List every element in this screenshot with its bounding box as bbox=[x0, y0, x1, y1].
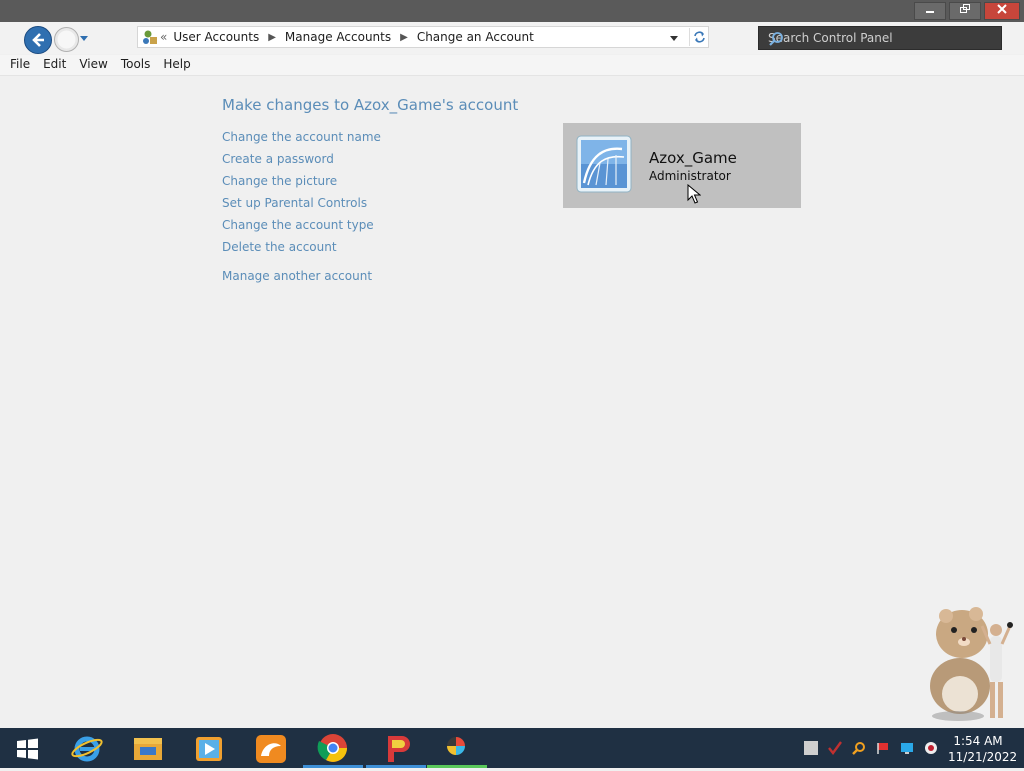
taskbar-internet-explorer[interactable] bbox=[57, 728, 117, 768]
minimize-icon bbox=[926, 11, 934, 13]
taskbar-colorful-app[interactable] bbox=[427, 728, 487, 768]
address-bar[interactable]: « User Accounts ▶ Manage Accounts ▶ Chan… bbox=[137, 26, 709, 48]
clock-time: 1:54 AM bbox=[953, 734, 1003, 748]
close-button[interactable] bbox=[984, 2, 1020, 20]
game-app-icon bbox=[388, 736, 410, 762]
control-panel-icon bbox=[142, 29, 158, 48]
tray-volume-icon[interactable] bbox=[924, 741, 938, 755]
chevron-down-icon bbox=[670, 36, 678, 41]
page-title: Make changes to Azox_Game's account bbox=[222, 96, 519, 114]
breadcrumb-overflow[interactable]: « bbox=[160, 30, 167, 44]
account-tile[interactable]: Azox_Game Administrator bbox=[563, 123, 801, 208]
back-button[interactable] bbox=[24, 26, 52, 54]
parental-controls-link[interactable]: Set up Parental Controls bbox=[222, 195, 381, 217]
tray-flag-icon[interactable] bbox=[876, 741, 890, 755]
account-type: Administrator bbox=[649, 169, 731, 183]
refresh-button[interactable] bbox=[689, 28, 709, 46]
internet-explorer-icon bbox=[71, 736, 103, 762]
title-bar bbox=[0, 0, 1024, 22]
window-controls bbox=[911, 2, 1020, 20]
menu-bar: File Edit View Tools Help bbox=[0, 55, 1024, 76]
forward-button[interactable] bbox=[54, 27, 79, 52]
taskbar-file-explorer[interactable] bbox=[118, 728, 178, 768]
taskbar-media-player[interactable] bbox=[179, 728, 239, 768]
create-password-link[interactable]: Create a password bbox=[222, 151, 381, 173]
menu-file[interactable]: File bbox=[0, 55, 30, 75]
system-tray bbox=[804, 741, 948, 755]
minimize-button[interactable] bbox=[914, 2, 946, 20]
tray-app-icon[interactable] bbox=[804, 741, 818, 755]
taskbar-clock[interactable]: 1:54 AM 11/21/2022 bbox=[948, 733, 1018, 765]
search-icon[interactable] bbox=[768, 31, 996, 50]
rollercoaster-picture-icon bbox=[576, 135, 632, 193]
windows-start-icon bbox=[17, 738, 38, 760]
chrome-icon bbox=[317, 734, 347, 762]
recent-pages-button[interactable] bbox=[79, 32, 89, 46]
uc-browser-icon bbox=[256, 735, 286, 763]
change-account-type-link[interactable]: Change the account type bbox=[222, 217, 381, 239]
back-arrow-icon bbox=[32, 33, 44, 47]
refresh-icon bbox=[694, 31, 705, 43]
chevron-down-icon bbox=[80, 36, 88, 41]
desktop-pet-hamster[interactable] bbox=[918, 604, 1018, 727]
change-picture-link[interactable]: Change the picture bbox=[222, 173, 381, 195]
taskbar-uc-browser[interactable] bbox=[241, 728, 301, 768]
delete-account-link[interactable]: Delete the account bbox=[222, 239, 381, 261]
restore-button[interactable] bbox=[949, 2, 981, 20]
tray-search-icon[interactable] bbox=[852, 741, 866, 755]
media-player-icon bbox=[196, 737, 222, 761]
search-box[interactable]: Search Control Panel bbox=[758, 26, 1002, 50]
menu-edit[interactable]: Edit bbox=[33, 55, 66, 75]
close-icon bbox=[997, 4, 1007, 14]
taskbar-game-app[interactable] bbox=[366, 728, 426, 768]
breadcrumb: « User Accounts ▶ Manage Accounts ▶ Chan… bbox=[160, 30, 534, 44]
manage-another-account-link[interactable]: Manage another account bbox=[222, 268, 381, 290]
colorful-app-icon bbox=[447, 737, 465, 755]
clock-date: 11/21/2022 bbox=[948, 750, 1018, 764]
chevron-right-icon[interactable]: ▶ bbox=[268, 32, 276, 43]
change-account-name-link[interactable]: Change the account name bbox=[222, 129, 381, 151]
tray-checkmark-icon[interactable] bbox=[828, 741, 842, 755]
chevron-right-icon[interactable]: ▶ bbox=[400, 32, 408, 43]
account-name: Azox_Game bbox=[649, 149, 737, 167]
restore-icon bbox=[960, 4, 970, 13]
address-history-button[interactable] bbox=[669, 32, 679, 46]
breadcrumb-change-an-account[interactable]: Change an Account bbox=[417, 30, 534, 44]
taskbar-chrome[interactable] bbox=[303, 728, 363, 768]
tray-monitor-icon[interactable] bbox=[900, 741, 914, 755]
breadcrumb-manage-accounts[interactable]: Manage Accounts bbox=[285, 30, 391, 44]
menu-view[interactable]: View bbox=[69, 55, 107, 75]
task-links: Change the account name Create a passwor… bbox=[222, 129, 381, 290]
file-explorer-icon bbox=[134, 738, 162, 760]
menu-tools[interactable]: Tools bbox=[111, 55, 151, 75]
mouse-cursor-icon bbox=[687, 183, 702, 207]
breadcrumb-user-accounts[interactable]: User Accounts bbox=[173, 30, 259, 44]
forward-arrow-icon bbox=[57, 30, 76, 49]
account-picture[interactable] bbox=[576, 135, 632, 193]
menu-help[interactable]: Help bbox=[153, 55, 190, 75]
start-button[interactable] bbox=[0, 728, 60, 768]
